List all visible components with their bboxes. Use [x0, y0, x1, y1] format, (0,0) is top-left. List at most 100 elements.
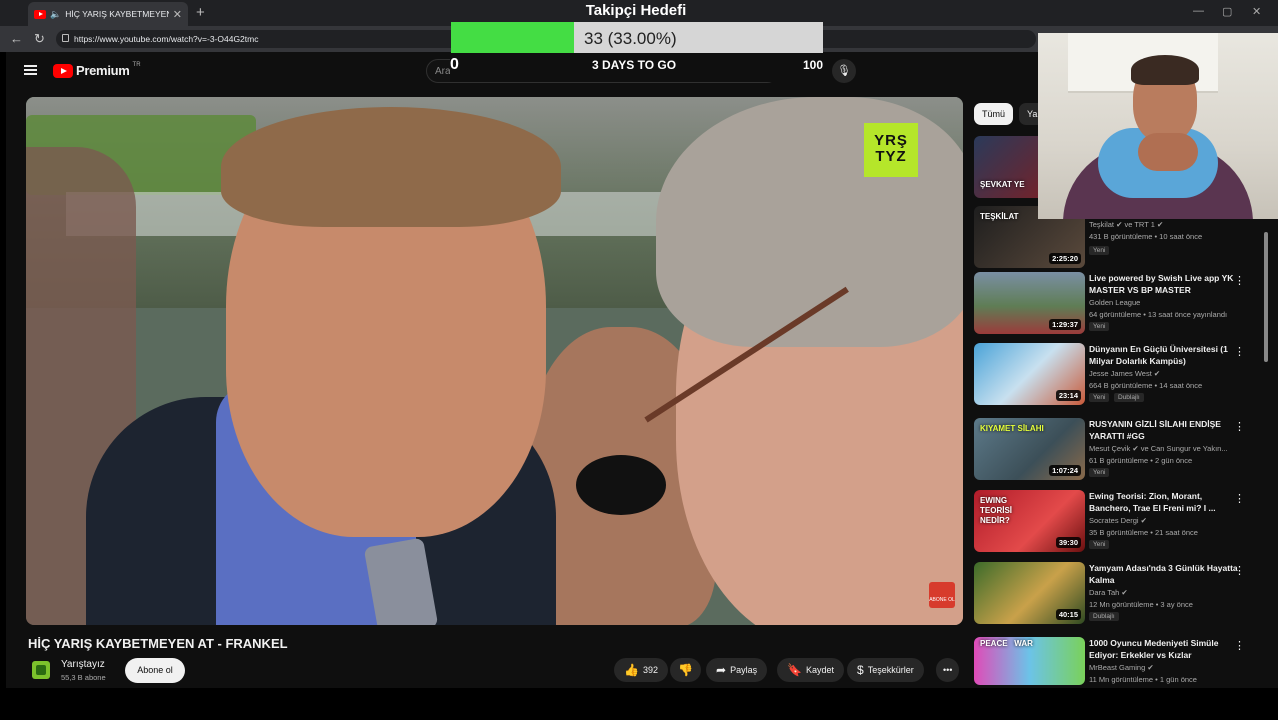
- kebab-icon[interactable]: ⋮: [1234, 639, 1245, 652]
- save-icon: 🔖: [787, 663, 802, 677]
- new-badge: Yeni: [1089, 246, 1110, 255]
- kebab-icon[interactable]: ⋮: [1234, 274, 1245, 287]
- new-badge: Yeni: [1089, 322, 1110, 331]
- goal-max-value: 100: [803, 58, 824, 72]
- video-title[interactable]: 1000 Oyuncu Medeniyeti Simüle Ediyor: Er…: [1089, 637, 1239, 661]
- mic-icon[interactable]: 🎙: [832, 59, 856, 83]
- sidebar-video-item[interactable]: 40:15 Yamyam Adası'nda 3 Günlük Hayatta …: [974, 562, 1264, 628]
- video-channel[interactable]: Jesse James West ✔: [1089, 369, 1160, 378]
- new-badge: Yeni: [1089, 540, 1110, 549]
- video-duration: 40:15: [1055, 609, 1081, 620]
- new-tab-icon[interactable]: +: [196, 4, 205, 21]
- video-thumbnail[interactable]: 23:14: [974, 343, 1085, 405]
- tab-title: HİÇ YARIŞ KAYBETMEYEN AT - ...: [65, 9, 169, 19]
- video-duration: 1:07:24: [1049, 465, 1081, 476]
- video-title: HİÇ YARIŞ KAYBETMEYEN AT - FRANKEL: [28, 636, 288, 651]
- channel-name[interactable]: Yarıştayız: [61, 659, 105, 670]
- mute-icon[interactable]: 🔈: [50, 9, 61, 20]
- goal-days-left: 3 DAYS TO GO: [592, 58, 677, 72]
- video-sunglasses: [576, 455, 666, 515]
- channel-avatar[interactable]: [32, 661, 50, 679]
- like-button[interactable]: 👍 392: [614, 658, 668, 682]
- webcam-person-hair: [1131, 55, 1199, 85]
- youtube-favicon-icon: [34, 9, 46, 19]
- share-button[interactable]: ➦ Paylaş: [706, 658, 768, 682]
- kebab-icon[interactable]: ⋮: [1234, 492, 1245, 505]
- sidebar-video-item[interactable]: EWING TEORİSİ NEDİR? 39:30 Ewing Teorisi…: [974, 490, 1264, 556]
- video-title[interactable]: Ewing Teorisi: Zion, Morant, Banchero, T…: [1089, 490, 1239, 514]
- video-title[interactable]: Yamyam Adası'nda 3 Günlük Hayatta Kalma: [1089, 562, 1239, 586]
- subscribe-button[interactable]: Abone ol: [125, 658, 185, 683]
- sidebar-scrollbar[interactable]: [1264, 232, 1268, 362]
- subscribe-badge[interactable]: ABONE OL: [929, 582, 955, 608]
- video-title[interactable]: Live powered by Swish Live app YK MASTER…: [1089, 272, 1239, 296]
- sidebar-video-item[interactable]: KIYAMET SİLAHI 1:07:24 RUSYANIN GİZLİ Sİ…: [974, 418, 1264, 484]
- video-title[interactable]: Dünyanın En Güçlü Üniversitesi (1 Milyar…: [1089, 343, 1239, 367]
- like-count: 392: [642, 665, 658, 675]
- video-thumbnail[interactable]: PEACE WAR: [974, 637, 1085, 685]
- sidebar-video-item[interactable]: 1:29:37 Live powered by Swish Live app Y…: [974, 272, 1264, 338]
- chip-all[interactable]: Tümü: [974, 103, 1014, 125]
- goal-progress-text: 33 (33.00%): [584, 29, 677, 48]
- minimize-icon[interactable]: —: [1193, 5, 1204, 17]
- kebab-icon[interactable]: ⋮: [1234, 564, 1245, 577]
- video-meta: 11 Mn görüntüleme • 1 gün önce: [1089, 675, 1197, 684]
- sidebar-video-item[interactable]: 23:14 Dünyanın En Güçlü Üniversitesi (1 …: [974, 343, 1264, 409]
- dubbed-badge: Dublajlı: [1089, 612, 1119, 621]
- reload-icon[interactable]: ↻: [34, 31, 45, 47]
- kebab-icon[interactable]: ⋮: [1234, 345, 1245, 358]
- thumbnail-text: TEŞKİLAT: [980, 212, 1019, 221]
- goal-progress-bar: 33 (33.00%): [451, 22, 823, 53]
- video-thumbnail[interactable]: 1:29:37: [974, 272, 1085, 334]
- video-channel[interactable]: Teşkilat ✔ ve TRT 1 ✔: [1089, 220, 1163, 229]
- site-info-icon[interactable]: [62, 34, 69, 42]
- share-icon: ➦: [716, 663, 727, 677]
- maximize-icon[interactable]: ▢: [1222, 5, 1232, 18]
- thanks-icon: $: [857, 663, 864, 677]
- video-meta: 12 Mn görüntüleme • 3 ay önce: [1089, 600, 1193, 609]
- thanks-button[interactable]: $ Teşekkürler: [847, 658, 924, 682]
- back-icon[interactable]: ←: [10, 31, 23, 46]
- kebab-icon[interactable]: ⋮: [1234, 420, 1245, 433]
- video-thumbnail[interactable]: 40:15: [974, 562, 1085, 624]
- video-channel[interactable]: MrBeast Gaming ✔: [1089, 663, 1154, 672]
- webcam-overlay: [1038, 33, 1278, 219]
- save-button[interactable]: 🔖 Kaydet: [777, 658, 844, 682]
- new-badge: Yeni: [1089, 393, 1110, 402]
- more-actions-button[interactable]: •••: [936, 658, 960, 682]
- share-label: Paylaş: [730, 665, 758, 675]
- video-channel[interactable]: Mesut Çevik ✔ ve Can Sungur ve Yakın...: [1089, 444, 1228, 453]
- close-tab-icon[interactable]: ✕: [173, 8, 182, 21]
- new-badge: Yeni: [1089, 468, 1110, 477]
- bottom-letterbox: [0, 688, 1278, 720]
- dislike-button[interactable]: 👎: [670, 658, 701, 682]
- sidebar-video-item[interactable]: PEACE WAR 1000 Oyuncu Medeniyeti Simüle …: [974, 637, 1264, 685]
- video-thumbnail[interactable]: EWING TEORİSİ NEDİR? 39:30: [974, 490, 1085, 552]
- webcam-person-hand: [1138, 133, 1198, 171]
- thumbnail-text: KIYAMET SİLAHI: [980, 424, 1044, 433]
- sidebar-chips: Tümü Ya: [974, 103, 1046, 125]
- video-channel[interactable]: Socrates Dergi ✔: [1089, 516, 1147, 525]
- menu-icon[interactable]: [24, 65, 37, 75]
- close-window-icon[interactable]: ✕: [1252, 5, 1261, 18]
- video-duration: 23:14: [1055, 390, 1081, 401]
- video-meta: 35 B görüntüleme • 21 saat önce: [1089, 528, 1198, 537]
- video-meta: 664 B görüntüleme • 14 saat önce: [1089, 381, 1203, 390]
- subscriber-count: 55,3 B abone: [61, 673, 106, 682]
- video-channel[interactable]: Golden League: [1089, 298, 1140, 307]
- video-thumbnail[interactable]: KIYAMET SİLAHI 1:07:24: [974, 418, 1085, 480]
- thumbnail-text: PEACE WAR: [980, 639, 1033, 648]
- dislike-icon: 👎: [678, 663, 693, 677]
- like-icon: 👍: [624, 663, 639, 677]
- goal-title: Takipçi Hedefi: [585, 2, 687, 19]
- more-icon: •••: [943, 665, 953, 675]
- browser-tab[interactable]: 🔈 HİÇ YARIŞ KAYBETMEYEN AT - ... ✕: [28, 2, 188, 26]
- goal-progress-fill: [451, 22, 574, 53]
- youtube-logo[interactable]: Premium TR: [53, 61, 141, 78]
- video-title[interactable]: RUSYANIN GİZLİ SİLAHI ENDİŞE YARATTI #GG: [1089, 418, 1239, 442]
- logo-region: TR: [132, 61, 141, 68]
- thumbnail-text: EWING TEORİSİ NEDİR?: [980, 496, 1013, 525]
- channel-watermark: YRŞ TYZ: [864, 123, 918, 177]
- video-channel[interactable]: Dara Tah ✔: [1089, 588, 1128, 597]
- video-player[interactable]: YRŞ TYZ ABONE OL: [26, 97, 963, 625]
